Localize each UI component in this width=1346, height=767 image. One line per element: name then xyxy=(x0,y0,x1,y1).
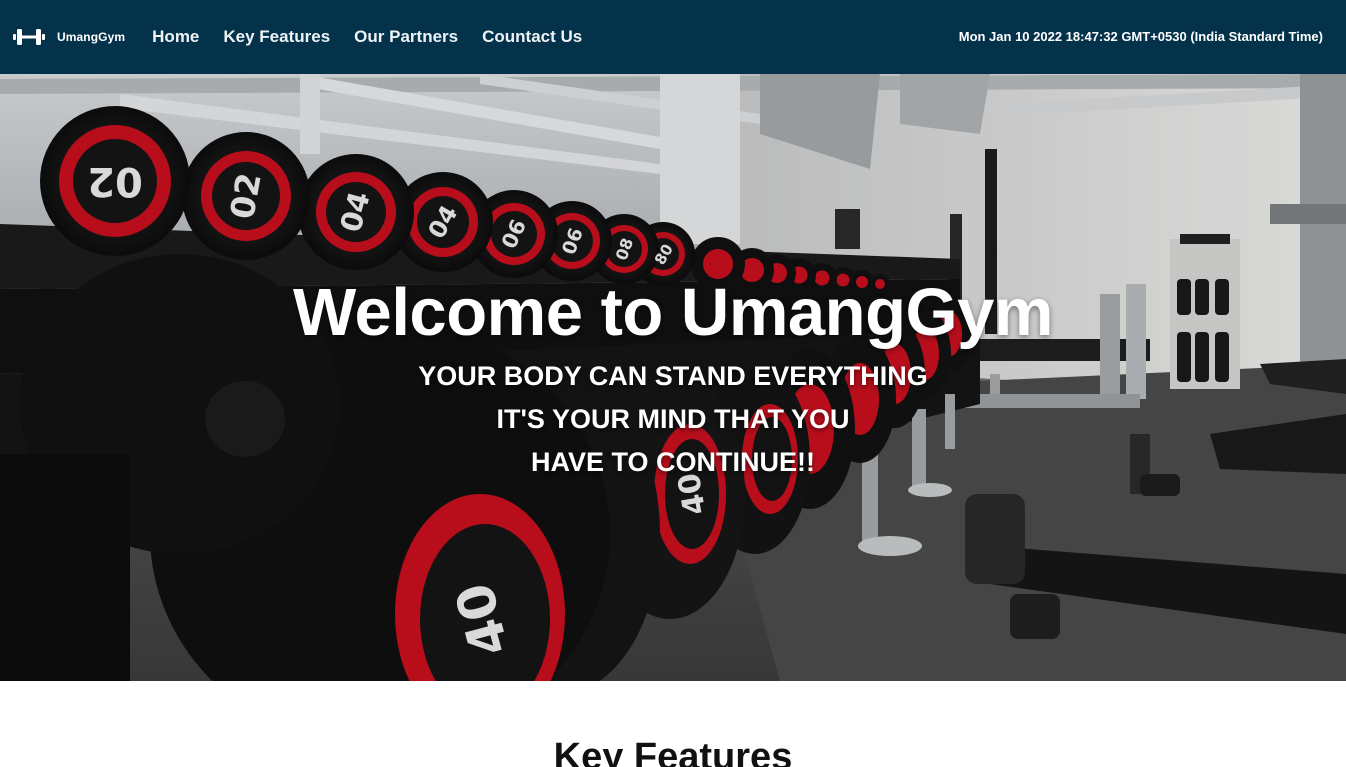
hero-title: Welcome to UmangGym xyxy=(293,275,1053,350)
brand-logo-link[interactable]: UmangGym xyxy=(13,28,125,46)
nav-links: Home Key Features Our Partners Countact … xyxy=(140,27,594,47)
hero-tagline-line-1: YOUR BODY CAN STAND EVERYTHING xyxy=(418,361,928,391)
nav-link-home[interactable]: Home xyxy=(152,27,199,47)
hero-tagline-line-3: HAVE TO CONTINUE!! xyxy=(530,447,815,477)
nav-link-contact-us[interactable]: Countact Us xyxy=(482,27,582,47)
hero-section: 80 08 06 06 04 04 02 02 40 40 Welcome to… xyxy=(0,74,1346,681)
current-datetime: Mon Jan 10 2022 18:47:32 GMT+0530 (India… xyxy=(958,29,1323,44)
nav-link-key-features[interactable]: Key Features xyxy=(223,27,330,47)
hero-tagline-line-2: IT'S YOUR MIND THAT YOU xyxy=(496,404,850,434)
key-features-heading: Key Features xyxy=(553,736,793,767)
top-navbar: UmangGym Home Key Features Our Partners … xyxy=(0,0,1346,74)
brand-name: UmangGym xyxy=(57,30,126,44)
dumbbell-icon xyxy=(13,29,45,45)
nav-link-our-partners[interactable]: Our Partners xyxy=(354,27,458,47)
